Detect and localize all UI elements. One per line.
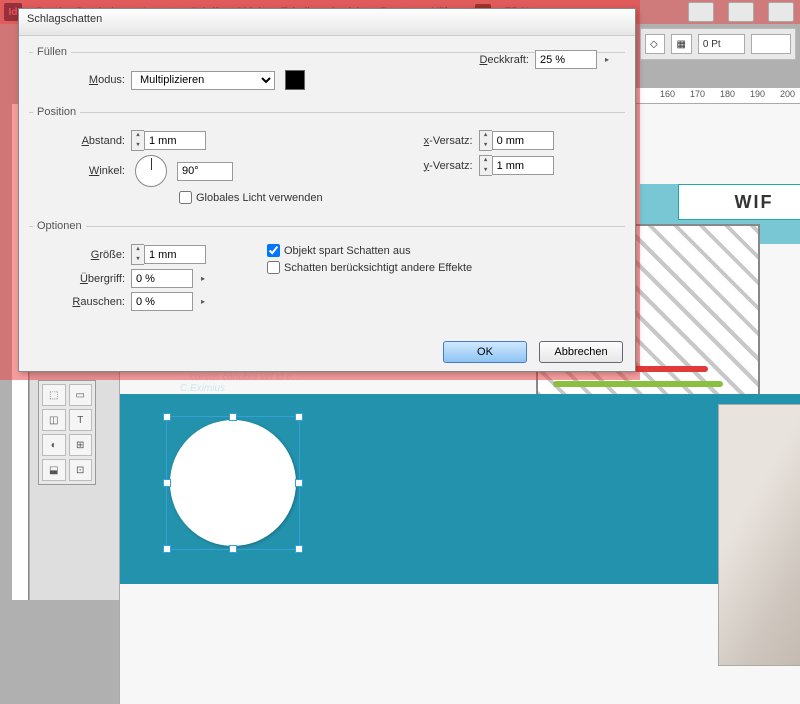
mode-label: Modus: — [33, 74, 125, 86]
y-offset-spinner[interactable]: ▴▾ — [479, 155, 554, 176]
tool-e[interactable]: ◐ — [42, 434, 66, 456]
noise-input[interactable] — [131, 292, 193, 311]
control-strip: ◇ ▦ 0 Pt — [640, 28, 796, 60]
spread-popup-icon[interactable]: ▸ — [199, 273, 207, 285]
options-group: Optionen Größe: ▴▾ Übergriff: ▸ Rauschen: ▸… — [29, 220, 625, 317]
size-label: Größe: — [33, 249, 125, 261]
honor-effects-check[interactable]: Schatten berücksichtigt andere Effekte — [267, 261, 472, 274]
global-light-check[interactable]: Globales Licht verwenden — [179, 191, 323, 204]
selection-handles[interactable] — [166, 416, 300, 550]
drop-shadow-dialog: Schlagschatten Füllen Modus: Multiplizie… — [18, 8, 636, 372]
x-offset-input[interactable] — [492, 131, 554, 150]
knockout-check[interactable]: Objekt spart Schatten aus — [267, 244, 411, 257]
tool-f[interactable]: ⊞ — [69, 434, 93, 456]
view-btn-1[interactable] — [688, 2, 714, 22]
fill-icon[interactable]: ▦ — [671, 34, 691, 54]
headline-box: WIF — [678, 184, 800, 220]
ok-button[interactable]: OK — [443, 341, 527, 363]
view-btn-2[interactable] — [728, 2, 754, 22]
size-spinner[interactable]: ▴▾ — [131, 244, 206, 265]
angle-input[interactable] — [177, 162, 233, 181]
fill-legend: Füllen — [33, 46, 71, 58]
noise-popup-icon[interactable]: ▸ — [199, 296, 207, 308]
noise-label: Rauschen: — [33, 296, 125, 308]
stroke-weight[interactable]: 0 Pt — [698, 34, 745, 54]
distance-spinner[interactable]: ▴▾ — [131, 130, 206, 151]
stroke-icon[interactable]: ◇ — [645, 34, 665, 54]
y-offset-input[interactable] — [492, 156, 554, 175]
view-btn-3[interactable] — [768, 2, 794, 22]
mode-select[interactable]: Multiplizieren — [131, 71, 275, 90]
position-group: Position Abstand: ▴▾ Winkel: Globales Li… — [29, 106, 625, 210]
angle-label: Winkel: — [33, 165, 125, 177]
distance-input[interactable] — [144, 131, 206, 150]
tool-g[interactable]: ⬓ — [42, 459, 66, 481]
tool-b[interactable]: ▭ — [69, 384, 93, 406]
options-legend: Optionen — [33, 220, 86, 232]
angle-dial[interactable] — [135, 155, 167, 187]
dialog-title: Schlagschatten — [19, 9, 635, 36]
tools-panel: ⬚▭ ◫T ◐⊞ ⬓⊡ — [38, 380, 96, 485]
photo-frame — [718, 404, 800, 666]
fill-group: Füllen Modus: Multiplizieren Deckkraft: … — [29, 46, 625, 96]
x-offset-label: x-Versatz: — [403, 135, 473, 147]
size-input[interactable] — [144, 245, 206, 264]
tool-h[interactable]: ⊡ — [69, 459, 93, 481]
quote-text: …cursus conubia vel id e… C.Eximius — [180, 372, 302, 394]
position-legend: Position — [33, 106, 80, 118]
distance-label: Abstand: — [33, 135, 125, 147]
opacity-popup-icon[interactable]: ▸ — [603, 54, 611, 66]
tool-c[interactable]: ◫ — [42, 409, 66, 431]
selected-ellipse[interactable] — [170, 420, 296, 546]
x-offset-spinner[interactable]: ▴▾ — [479, 130, 554, 151]
tool-d[interactable]: T — [69, 409, 93, 431]
stroke-style[interactable] — [751, 34, 791, 54]
spread-input[interactable] — [131, 269, 193, 288]
cancel-button[interactable]: Abbrechen — [539, 341, 623, 363]
color-swatch[interactable] — [285, 70, 305, 90]
y-offset-label: y-Versatz: — [403, 160, 473, 172]
opacity-label: Deckkraft: — [479, 54, 529, 66]
top-right-tools — [688, 0, 794, 24]
tool-a[interactable]: ⬚ — [42, 384, 66, 406]
opacity-input[interactable] — [535, 50, 597, 69]
spread-label: Übergriff: — [33, 273, 125, 285]
